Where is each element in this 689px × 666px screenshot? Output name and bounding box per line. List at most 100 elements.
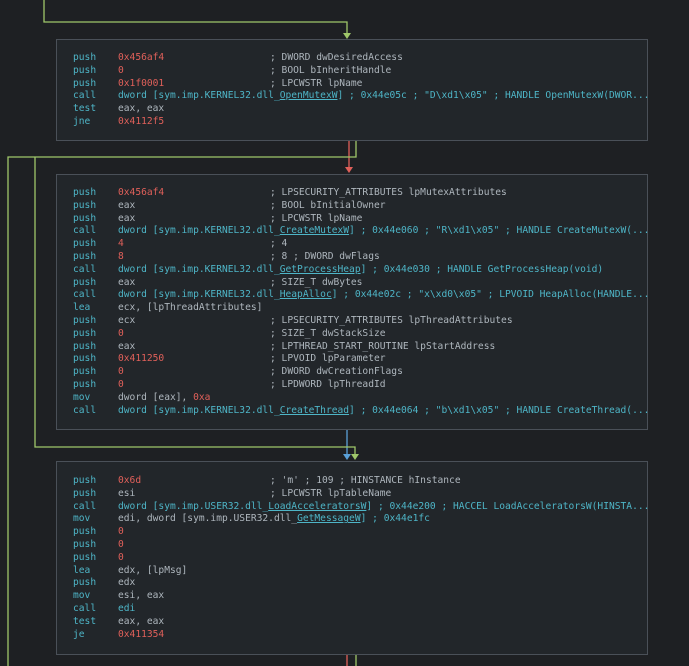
operands: dword [sym.imp.KERNEL32.dll_HeapAlloc] ;… — [118, 289, 649, 301]
operand-segment[interactable]: OpenMutexW — [280, 90, 338, 101]
operands: dword [eax], 0xa — [118, 392, 210, 404]
operand-segment[interactable]: CreateMutexW — [280, 225, 349, 236]
mnemonic: push — [73, 487, 97, 499]
operand-segment: 0x456af4 — [118, 187, 165, 198]
operand-segment[interactable]: LoadAcceleratorsW — [268, 501, 366, 512]
mnemonic: push — [73, 539, 97, 550]
operand-segment[interactable]: CreateThread — [280, 405, 349, 416]
operands: 8 — [118, 251, 124, 263]
mnemonic: mov — [73, 391, 91, 403]
operands: edx — [118, 577, 135, 589]
basic-block-2[interactable]: push 0x456af4 ; LPSECURITY_ATTRIBUTES lpMu… — [56, 174, 650, 430]
comment: ; DWORD dwDesiredAccess — [270, 52, 403, 63]
operands: 0 — [118, 328, 124, 340]
operand-segment: 0 — [118, 64, 124, 76]
operands: 0x6d — [118, 475, 141, 487]
operand-segment: eax — [118, 276, 136, 288]
operands: 0 — [118, 65, 124, 77]
operands: 0 — [118, 379, 124, 391]
operand-segment: 4 — [118, 238, 124, 250]
operand-segment: ] ; 0x44e200 ; HACCEL LoadAcceleratorsW(… — [366, 500, 650, 512]
operand-segment: 0 — [118, 379, 124, 390]
operand-segment: 0 — [118, 366, 124, 378]
comment: ; LPSECURITY_ATTRIBUTES lpMutexAttribute… — [270, 187, 507, 198]
operands: edi, dword [sym.imp.USER32.dll_GetMessag… — [118, 513, 430, 525]
operand-segment: edi — [118, 603, 136, 614]
basic-block-1[interactable]: push 0x456af4 ; DWORD dwDesiredAccess push 0… — [56, 39, 649, 141]
basic-block-3[interactable]: push 0x6d ; 'm' ; 109 ; HINSTANCE hInstanc… — [56, 461, 649, 655]
mnemonic: push — [73, 52, 97, 63]
comment: ; 8 ; DWORD dwFlags — [270, 251, 380, 262]
operand-segment: 0xa — [193, 391, 211, 403]
mnemonic: push — [73, 526, 97, 538]
operand-segment: 8 — [118, 251, 124, 262]
operands: 0x4112f5 — [118, 116, 164, 128]
operands: edx, [lpMsg] — [118, 565, 187, 577]
operand-segment: dword [sym.imp.USER32.dll_ — [118, 500, 269, 512]
operand-segment[interactable]: HeapAlloc — [280, 289, 332, 300]
mnemonic: push — [73, 238, 97, 250]
operand-segment: dword [sym.imp.KERNEL32.dll_ — [118, 90, 280, 102]
mnemonic: push — [73, 366, 97, 378]
comment: ; LPCWSTR lpTableName — [270, 487, 392, 499]
operand-segment: ] ; 0x44e060 ; "R\xd1\x05" ; HANDLE Crea… — [349, 225, 650, 237]
operand-segment: dword [sym.imp.KERNEL32.dll_ — [118, 289, 280, 301]
mnemonic: push — [73, 577, 97, 589]
operand-segment: 0x4112f5 — [118, 116, 165, 127]
arrow-block2-block3 — [343, 454, 351, 460]
operand-segment: ] ; 0x44e030 ; HANDLE GetProcessHeap(voi… — [360, 263, 604, 275]
operand-segment: edi, dword [sym.imp.USER32.dll_ — [118, 513, 298, 525]
operands: dword [sym.imp.KERNEL32.dll_OpenMutexW] … — [118, 90, 649, 102]
comment: ; 'm' ; 109 ; HINSTANCE hInstance — [270, 475, 461, 486]
operands: eax — [118, 277, 135, 289]
operand-segment: dword [sym.imp.KERNEL32.dll_ — [118, 404, 280, 416]
comment: ; BOOL bInheritHandle — [270, 64, 392, 76]
operands: dword [sym.imp.USER32.dll_LoadAccelerato… — [118, 501, 649, 513]
operands: 0x411250 — [118, 353, 164, 365]
operand-segment: 0x456af4 — [118, 52, 165, 63]
operand-segment: 0x411354 — [118, 628, 165, 640]
operands: eax — [118, 213, 135, 225]
operands: esi — [118, 488, 135, 500]
mnemonic: call — [73, 225, 97, 237]
operand-segment[interactable]: GetProcessHeap — [280, 264, 361, 275]
operands: 0 — [118, 552, 124, 564]
mnemonic: push — [73, 475, 97, 486]
mnemonic: lea — [73, 302, 91, 314]
operand-segment: ecx — [118, 315, 136, 326]
operand-segment: ] ; 0x44e064 ; "b\xd1\x05" ; HANDLE Crea… — [349, 404, 650, 416]
operands: eax, eax — [118, 103, 164, 115]
operands: 0x411354 — [118, 629, 164, 641]
mnemonic: push — [73, 327, 97, 339]
arrow-into-block3 — [351, 454, 359, 460]
mnemonic: test — [73, 103, 97, 115]
operands: eax — [118, 341, 135, 353]
operand-segment: ] ; 0x44e02c ; "x\xd0\x05" ; LPVOID Heap… — [331, 289, 650, 301]
operands: eax — [118, 200, 135, 212]
operand-segment: 0 — [118, 551, 124, 563]
operand-segment: eax, eax — [118, 103, 165, 115]
mnemonic: push — [73, 77, 97, 89]
mnemonic: push — [73, 64, 97, 76]
operands: ecx — [118, 315, 135, 327]
mnemonic: push — [73, 340, 97, 352]
mnemonic: push — [73, 276, 97, 288]
operand-segment: edx — [118, 577, 136, 589]
operand-segment[interactable]: GetMessageW — [297, 513, 361, 524]
operand-segment: dword [sym.imp.KERNEL32.dll_ — [118, 263, 280, 275]
operand-segment: eax — [118, 199, 136, 211]
operand-segment: 0 — [118, 526, 124, 538]
mnemonic: push — [73, 551, 97, 563]
operands: dword [sym.imp.KERNEL32.dll_CreateThread… — [118, 405, 649, 417]
operand-segment: 0x6d — [118, 475, 142, 486]
operand-segment: eax, eax — [118, 615, 165, 627]
operand-segment: esi — [118, 487, 136, 499]
edge-into-block1 — [43, 0, 348, 34]
comment: ; SIZE_T dwStackSize — [270, 327, 386, 339]
operand-segment: ] ; 0x44e05c ; "D\xd1\x05" ; HANDLE Open… — [337, 90, 650, 102]
arrow-block1-block2 — [345, 167, 353, 173]
operand-segment: edx, [lpMsg] — [118, 564, 188, 576]
operands: ecx, [lpThreadAttributes] — [118, 302, 262, 314]
comment: ; 4 — [270, 238, 288, 250]
operands: 0 — [118, 526, 124, 538]
